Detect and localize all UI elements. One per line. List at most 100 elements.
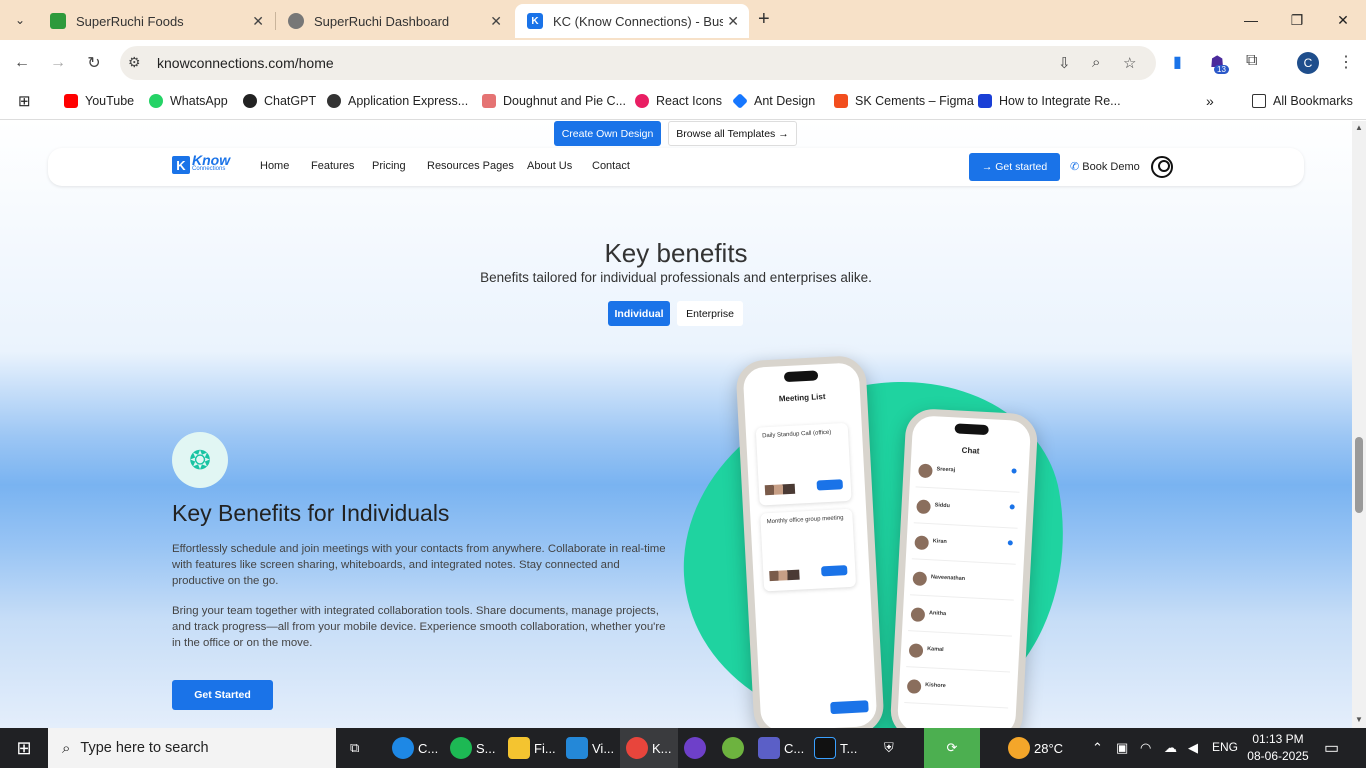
bookmark-youtube[interactable]: YouTube <box>64 92 134 110</box>
phone-meeting-list: Meeting List Daily Standup Call (office)… <box>735 354 885 728</box>
url-text[interactable]: knowconnections.com/home <box>157 55 334 71</box>
wifi-icon[interactable]: ◠ <box>1140 740 1151 756</box>
profile-avatar[interactable]: C <box>1297 52 1319 74</box>
chat-row: Kamal <box>906 637 1012 673</box>
taskbar-teams[interactable]: C... <box>758 728 804 768</box>
figma-icon <box>834 94 848 108</box>
get-started-nav-button[interactable]: → Get started <box>969 153 1060 181</box>
taskbar-file-explorer[interactable]: Fi... <box>508 728 556 768</box>
nav-about[interactable]: About Us <box>527 160 572 172</box>
new-meeting-button <box>830 700 869 715</box>
taskbar-search[interactable]: ⌕ Type here to search <box>48 728 336 768</box>
scroll-up-icon[interactable]: ▲ <box>1355 123 1363 132</box>
reload-icon[interactable]: ↻ <box>80 50 108 76</box>
menu-icon[interactable]: ⋮ <box>1338 52 1354 72</box>
bookmark-sk-cements[interactable]: SK Cements – Figma <box>834 92 974 110</box>
nav-contact[interactable]: Contact <box>592 160 630 172</box>
windows-taskbar: ⊞ ⌕ Type here to search ⧉ C... S... Fi..… <box>0 728 1366 768</box>
user-account-icon[interactable] <box>1151 156 1173 178</box>
close-icon[interactable]: ✕ <box>490 13 502 30</box>
weather-widget[interactable]: 28°C <box>1008 728 1063 768</box>
nav-home[interactable]: Home <box>260 160 289 172</box>
page-scrollbar[interactable]: ▲ ▼ <box>1352 121 1366 728</box>
taskbar-spotify[interactable]: S... <box>450 728 496 768</box>
nav-resources[interactable]: Resources Pages <box>427 160 514 172</box>
bookmark-application-express[interactable]: Application Express... <box>327 92 468 110</box>
toggle-individual[interactable]: Individual <box>608 301 670 326</box>
taskbar-tl-app[interactable]: T... <box>814 728 857 768</box>
sync-app-icon[interactable]: ⟳ <box>924 728 980 768</box>
close-window-icon[interactable]: ✕ <box>1320 0 1366 40</box>
tab-know-connections[interactable]: K KC (Know Connections) - Busine ✕ <box>515 4 749 38</box>
weather-icon <box>1008 737 1030 759</box>
task-view-icon[interactable]: ⧉ <box>350 728 359 768</box>
avatar <box>910 607 926 622</box>
tab-search-button[interactable]: ⌄ <box>0 0 40 40</box>
system-clock[interactable]: 01:13 PM 08-06-2025 <box>1244 731 1312 765</box>
cloud-icon[interactable]: ☁ <box>1164 740 1177 756</box>
bookmark-how-to-integrate[interactable]: How to Integrate Re... <box>978 92 1121 110</box>
forward-icon[interactable]: → <box>44 50 72 76</box>
logo-subtext: Connections <box>192 166 226 172</box>
book-demo-link[interactable]: ✆ Book Demo <box>1070 160 1140 173</box>
vscode-icon <box>566 737 588 759</box>
bookmark-star-icon[interactable]: ☆ <box>1123 54 1136 72</box>
volume-icon[interactable]: ◀ <box>1188 740 1198 756</box>
taskbar-spring[interactable] <box>722 728 748 768</box>
camera-icon[interactable]: ▣ <box>1116 740 1128 756</box>
windows-start-icon[interactable]: ⊞ <box>0 728 48 768</box>
bookmark-chatgpt[interactable]: ChatGPT <box>243 92 316 110</box>
toggle-enterprise[interactable]: Enterprise <box>677 301 743 326</box>
create-own-design-button[interactable]: Create Own Design <box>554 121 661 146</box>
whatsapp-icon <box>149 94 163 108</box>
close-icon[interactable]: ✕ <box>252 13 264 30</box>
bookmark-react-icons[interactable]: React Icons <box>635 92 722 110</box>
scrollbar-thumb[interactable] <box>1355 437 1363 513</box>
puzzle-icon[interactable]: ⧉ <box>1246 52 1257 70</box>
restore-icon[interactable]: ❐ <box>1274 0 1320 40</box>
close-icon[interactable]: ✕ <box>727 13 739 30</box>
notification-icon[interactable]: ▭ <box>1324 738 1339 758</box>
taskbar-vscode[interactable]: Vi... <box>566 728 614 768</box>
extension-icon[interactable]: ▮ <box>1173 52 1182 72</box>
phone-notch <box>954 423 989 436</box>
security-shield-icon[interactable]: ⛨ <box>884 728 894 768</box>
back-icon[interactable]: ← <box>8 50 36 76</box>
scroll-down-icon[interactable]: ▼ <box>1355 715 1363 724</box>
site-info-icon[interactable]: ⚙ <box>128 54 141 71</box>
site-logo[interactable]: K Know Connections <box>172 153 230 174</box>
edge-icon <box>392 737 414 759</box>
apps-grid-icon[interactable]: ⊞ <box>18 92 31 110</box>
zoom-icon[interactable]: ⌕ <box>1092 54 1100 71</box>
tl-app-icon <box>814 737 836 759</box>
omnibox[interactable]: ⚙ knowconnections.com/home ⇩ ⌕ ☆ <box>120 46 1156 80</box>
chatgpt-icon <box>243 94 257 108</box>
kc-icon: K <box>527 13 543 29</box>
tab-superruchi-dashboard[interactable]: SuperRuchi Dashboard ✕ <box>276 4 512 38</box>
bookmark-whatsapp[interactable]: WhatsApp <box>149 92 228 110</box>
taskbar-chrome[interactable]: K... <box>620 728 678 768</box>
bookmark-ant-design[interactable]: Ant Design <box>732 92 815 110</box>
avatar <box>918 463 933 479</box>
globe-icon <box>288 13 304 29</box>
new-tab-icon[interactable]: + <box>758 8 770 31</box>
browse-templates-button[interactable]: Browse all Templates → <box>668 121 797 146</box>
superruchi-icon <box>50 13 66 29</box>
bookmark-doughnut-pie[interactable]: Doughnut and Pie C... <box>482 92 626 110</box>
tab-superruchi-foods[interactable]: SuperRuchi Foods ✕ <box>38 4 274 38</box>
react-icon <box>635 94 649 108</box>
tray-chevron-icon[interactable]: ⌃ <box>1092 740 1103 756</box>
globe-icon <box>327 94 341 108</box>
language-indicator[interactable]: ENG <box>1212 740 1238 754</box>
bookmark-site-icon <box>978 94 992 108</box>
get-started-button[interactable]: Get Started <box>172 680 273 710</box>
taskbar-github[interactable] <box>684 728 710 768</box>
chrome-icon <box>626 737 648 759</box>
nav-pricing[interactable]: Pricing <box>372 160 406 172</box>
install-app-icon[interactable]: ⇩ <box>1058 54 1071 72</box>
all-bookmarks[interactable]: All Bookmarks <box>1252 92 1353 110</box>
taskbar-edge[interactable]: C... <box>392 728 438 768</box>
nav-features[interactable]: Features <box>311 160 354 172</box>
minimize-icon[interactable]: — <box>1228 0 1274 40</box>
more-bookmarks-icon[interactable]: » <box>1206 92 1214 110</box>
